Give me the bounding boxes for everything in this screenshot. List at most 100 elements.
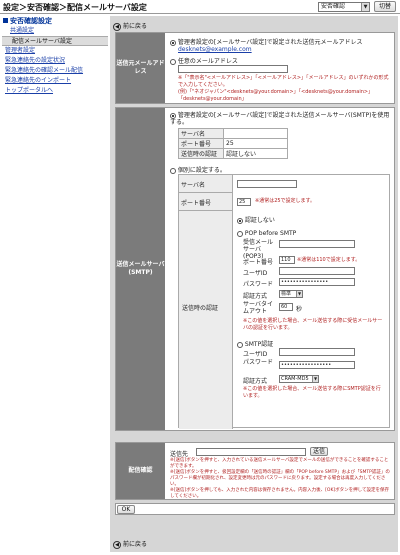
smtp-auth-method-select[interactable]: CRAM-MD5 ▼ bbox=[279, 375, 319, 383]
delivery-note-1: ※[送信]ボタンを押すと、入力されている送信メールサーバ設定でメールの送信ができ… bbox=[170, 458, 389, 469]
sender-example-note: (例)「"ネオジャパン"<desknets@your.domain>」「<des… bbox=[178, 89, 374, 102]
back-link-label: 前に戻る bbox=[123, 23, 148, 30]
custom-port-key: ポート番号 bbox=[179, 193, 233, 211]
switch-button[interactable]: 切替 bbox=[374, 1, 396, 12]
sender-address-input[interactable] bbox=[178, 65, 288, 73]
back-link-top[interactable]: ◀ 前に戻る bbox=[113, 21, 147, 31]
product-select[interactable]: 安否確認 ▼ bbox=[318, 2, 370, 12]
sender-format-note: ※「"表示名"<メールアドレス>」「<メールアドレス>」「メールアドレス」のいず… bbox=[178, 75, 389, 88]
auth-none-option[interactable]: 認証しない bbox=[237, 215, 275, 224]
delivery-notes: ※[送信]ボタンを押すと、入力されている送信メールサーバ設定でメールの送信ができ… bbox=[170, 458, 392, 500]
back-arrow-icon: ◀ bbox=[113, 22, 121, 31]
chevron-down-icon: ▼ bbox=[312, 376, 318, 382]
header-bar: 設定＞安否確認＞配信メールサーバ設定 安否確認 ▼ 切替 bbox=[0, 0, 400, 14]
custom-auth-key-cell bbox=[179, 211, 233, 429]
product-select-value: 安否確認 bbox=[321, 3, 346, 10]
smtp-section-label: 送信メールサーバ(SMTP) bbox=[116, 108, 165, 430]
custom-server-input[interactable] bbox=[237, 180, 297, 188]
smtp-auth-label: SMTP認証 bbox=[244, 341, 274, 348]
auth-value: 認証しない bbox=[223, 148, 288, 159]
smtp-user-label: ユーザID bbox=[243, 351, 268, 358]
radio-icon bbox=[237, 230, 243, 237]
custom-port-note: ※通常は25で設定します。 bbox=[255, 198, 316, 204]
pop-password-input[interactable]: •••••••••••••••• bbox=[279, 278, 355, 286]
smtp-option-custom-label: 個別に設定する。 bbox=[177, 167, 226, 174]
smtp-panel: 送信メールサーバ(SMTP) 管理者設定の[メールサーバ設定]で設定された送信メ… bbox=[115, 107, 395, 431]
pop-port-label: ポート番号 bbox=[243, 259, 274, 266]
main-content: ◀ 前に戻る 送信元メールアドレス 管理者設定の[メールサーバ設定]で設定された送… bbox=[110, 16, 398, 552]
smtp-user-input[interactable] bbox=[279, 348, 355, 356]
port-value: 25 bbox=[223, 138, 288, 149]
smtp-option-custom[interactable]: 個別に設定する。 bbox=[170, 165, 226, 174]
custom-port-input[interactable]: 25 bbox=[237, 198, 251, 206]
sidebar: 安否確認設定 共通設定 配信メールサーバ設定 管理者設定 緊急連絡先の設定状況 … bbox=[2, 16, 108, 552]
sender-option-default[interactable]: 管理者設定の[メールサーバ設定]で設定された送信元メールアドレス bbox=[170, 37, 363, 46]
smtp-password-label: パスワード bbox=[243, 359, 274, 366]
pop-user-input[interactable] bbox=[279, 267, 355, 275]
delivery-section-label: 配信確認 bbox=[116, 443, 165, 499]
chevron-down-icon: ▼ bbox=[361, 3, 369, 11]
auth-key: 送信時の認証 bbox=[178, 148, 224, 159]
ok-button[interactable]: OK bbox=[117, 505, 135, 514]
send-button[interactable]: 送信 bbox=[310, 447, 328, 456]
sidebar-item-contact-status[interactable]: 緊急連絡先の設定状況 bbox=[2, 56, 108, 66]
sidebar-item-mail-server[interactable]: 配信メールサーバ設定 bbox=[2, 36, 108, 46]
back-link-label: 前に戻る bbox=[123, 541, 148, 548]
radio-icon bbox=[237, 341, 243, 348]
back-arrow-icon: ◀ bbox=[113, 540, 121, 549]
pop-auth-method-select[interactable]: 標準 ▼ bbox=[279, 290, 303, 298]
custom-smtp-table: サーバ名 ポート番号 25 ※通常は25で設定します。 送信時の認証 認証しない… bbox=[178, 174, 390, 429]
ok-bar: OK bbox=[115, 503, 395, 515]
delivery-note-2: ※[送信]ボタンを押すと、扱回設定欄の「送信時の認証」欄の「POP before… bbox=[170, 470, 390, 487]
pop-server-input[interactable] bbox=[279, 240, 355, 248]
radio-icon bbox=[170, 167, 176, 174]
timeout-unit: 秒 bbox=[296, 306, 303, 313]
sender-option-custom-label: 任意のメールアドレス bbox=[177, 58, 238, 65]
page-title: 設定＞安否確認＞配信メールサーバ設定 bbox=[3, 3, 147, 12]
pop-note: ※この値を選択した場合、メール送信する際に受信メールサーバの認証を行います。 bbox=[243, 318, 383, 331]
square-bullet-icon bbox=[3, 18, 8, 23]
sender-panel: 送信元メールアドレス 管理者設定の[メールサーバ設定]で設定された送信元メールア… bbox=[115, 32, 395, 104]
port-key: ポート番号 bbox=[178, 138, 224, 149]
pop-user-label: ユーザID bbox=[243, 270, 268, 277]
radio-selected-icon bbox=[237, 217, 243, 224]
auth-none-label: 認証しない bbox=[244, 217, 275, 224]
sidebar-item-confirm-mail[interactable]: 緊急連絡先の確認メール配信 bbox=[2, 66, 108, 76]
radio-selected-icon bbox=[170, 39, 176, 46]
default-smtp-table: サーバ名 ポート番号 25 送信時の認証 認証しない bbox=[178, 128, 288, 159]
sidebar-item-import[interactable]: 緊急連絡先のインポート bbox=[2, 76, 108, 86]
server-name-key: サーバ名 bbox=[178, 128, 224, 139]
server-name-value bbox=[223, 128, 288, 139]
smtp-option-default-label: 管理者設定の[メールサーバ設定]で設定された送信メールサーバ(SMTP)を使用す… bbox=[170, 112, 390, 126]
sidebar-item-admin[interactable]: 管理者設定 bbox=[2, 46, 108, 56]
sidebar-title: 安否確認設定 bbox=[2, 16, 108, 26]
sender-option-default-label: 管理者設定の[メールサーバ設定]で設定された送信元メールアドレス bbox=[177, 39, 363, 46]
custom-auth-key: 送信時の認証 bbox=[182, 305, 219, 312]
pop-auth-method-label: 認証方式 bbox=[243, 293, 268, 300]
radio-icon bbox=[170, 58, 176, 65]
pop-auth-method-value: 標準 bbox=[281, 291, 292, 297]
sender-option-custom[interactable]: 任意のメールアドレス bbox=[170, 56, 238, 65]
smtp-option-default[interactable]: 管理者設定の[メールサーバ設定]で設定された送信メールサーバ(SMTP)を使用す… bbox=[170, 112, 392, 126]
delivery-to-input[interactable] bbox=[196, 448, 306, 456]
pop-port-note: ※通常は110で設定します。 bbox=[297, 257, 361, 263]
sidebar-item-common[interactable]: 共通設定 bbox=[2, 26, 108, 36]
sender-section-label: 送信元メールアドレス bbox=[116, 33, 165, 103]
pop-before-smtp-label: POP before SMTP bbox=[244, 230, 297, 237]
sidebar-title-text: 安否確認設定 bbox=[10, 17, 52, 25]
smtp-auth-method-label: 認証方式 bbox=[243, 378, 268, 385]
delivery-to-label: 送信先 bbox=[170, 451, 189, 458]
chevron-down-icon: ▼ bbox=[296, 291, 302, 297]
sidebar-item-top-portal[interactable]: トップポータルへ bbox=[2, 86, 108, 96]
smtp-auth-option[interactable]: SMTP認証 bbox=[237, 339, 273, 348]
pop-before-smtp-option[interactable]: POP before SMTP bbox=[237, 230, 296, 237]
smtp-password-input[interactable]: ••••••••••••••••• bbox=[279, 361, 355, 369]
pop-port-input[interactable]: 110 bbox=[279, 256, 295, 264]
sender-default-address[interactable]: desknets@example.com bbox=[178, 46, 252, 53]
smtp-auth-method-value: CRAM-MD5 bbox=[281, 376, 309, 382]
timeout-input[interactable]: 60 bbox=[279, 303, 293, 311]
smtp-note: ※この値を選択した場合、メール送信する際にSMTP認証を行います。 bbox=[243, 386, 381, 399]
radio-selected-icon bbox=[170, 112, 176, 119]
back-link-bottom[interactable]: ◀ 前に戻る bbox=[113, 539, 147, 549]
delivery-note-3: ※[送信]ボタンを押しても、入力された内容は保存されません。内容入力後、[OK]… bbox=[170, 488, 390, 499]
